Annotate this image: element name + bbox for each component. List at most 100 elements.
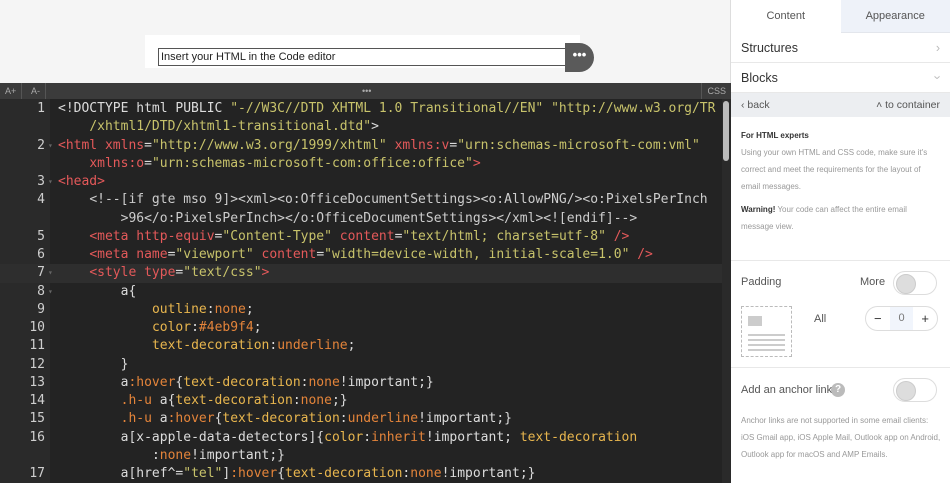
code-token: "viewport" [175,247,253,262]
code-line[interactable]: /xhtml1/DTD/xhtml1-transitional.dtd"> [0,118,722,136]
code-line[interactable]: 2▾<html xmlns="http://www.w3.org/1999/xh… [0,137,722,155]
code-token: xmlns:v [387,138,450,153]
structures-section[interactable]: Structures› [731,33,950,63]
code-token: !important; [426,430,520,445]
code-line[interactable]: 14.h-u a{text-decoration:none;} [0,392,722,410]
code-editor[interactable]: 1<!DOCTYPE html PUBLIC "-//W3C//DTD XHTM… [0,99,722,483]
code-token: : [269,338,277,353]
code-token: <!--[if gte mso 9]><xml><o:OfficeDocumen… [89,192,707,207]
line-number: 14 [0,392,45,410]
code-token: = [144,138,152,153]
code-token: !important;} [340,375,434,390]
code-line[interactable]: 10color:#4eb9f4; [0,319,722,337]
html-placeholder-input[interactable]: Insert your HTML in the Code editor [158,48,568,66]
code-line[interactable]: 11text-decoration:underline; [0,337,722,355]
code-token: outline [152,302,207,317]
editor-scrollbar[interactable] [722,99,731,483]
font-decrease-button[interactable]: A- [26,83,46,99]
increment-button[interactable]: + [913,307,937,330]
code-line[interactable]: 16a[x-apple-data-detectors]{color:inheri… [0,429,722,447]
fold-arrow-icon[interactable]: ▾ [48,137,53,155]
code-token: "-//W3C//DTD XHTML 1.0 Transitional//EN" [230,101,543,116]
scrollbar-thumb[interactable] [723,101,729,161]
resize-handle[interactable]: ••• [362,83,371,99]
decrement-button[interactable]: − [866,307,890,330]
code-line[interactable]: 13a:hover{text-decoration:none!important… [0,374,722,392]
fold-arrow-icon[interactable]: ▾ [48,264,53,282]
code-token: a{ [152,393,175,408]
code-token: /> [629,247,652,262]
code-line[interactable]: 7▾<style type="text/css"> [0,264,722,282]
code-token: : [152,448,160,463]
warning-label: Warning! [741,205,775,214]
all-label: All [814,313,826,325]
padding-more-toggle[interactable] [893,271,937,295]
line-number: 6 [0,246,45,264]
back-button[interactable]: ‹ back [741,93,770,117]
tab-appearance[interactable]: Appearance [841,0,950,33]
code-token: text-decoration [152,338,269,353]
code-token: xmlns [97,138,144,153]
code-line[interactable]: 8▾a{ [0,283,722,301]
padding-value-input[interactable]: 0 [890,307,914,330]
chevron-right-icon: › [936,33,940,62]
code-token: "tel" [183,466,222,481]
code-lines[interactable]: 1<!DOCTYPE html PUBLIC "-//W3C//DTD XHTM… [0,100,722,483]
code-token: none [215,302,246,317]
code-line[interactable]: 5<meta http-equiv="Content-Type" content… [0,228,722,246]
fold-arrow-icon[interactable]: ▾ [48,283,53,301]
code-line[interactable]: :none!important;} [0,447,722,465]
code-text: } [58,356,128,374]
code-line[interactable]: 12} [0,356,722,374]
code-token: "text/html; charset=utf-8" [402,229,606,244]
code-line[interactable]: 15.h-u a:hover{text-decoration:underline… [0,410,722,428]
code-text: :none!important;} [58,447,285,465]
code-line[interactable]: 4<!--[if gte mso 9]><xml><o:OfficeDocume… [0,191,722,209]
padding-stepper[interactable]: − 0 + [865,306,938,331]
code-token: text-decoration [222,411,339,426]
code-text: <meta name="viewport" content="width=dev… [58,246,653,264]
code-token: <meta [89,229,128,244]
code-token: a{ [121,284,137,299]
code-text: /xhtml1/DTD/xhtml1-transitional.dtd"> [58,118,379,136]
code-token: http-equiv [128,229,214,244]
code-line[interactable]: xmlns:o="urn:schemas-microsoft-com:offic… [0,155,722,173]
anchor-link-toggle[interactable] [893,378,937,402]
code-token: "text/css" [183,265,261,280]
code-line[interactable]: 17a[href^="tel"]:hover{text-decoration:n… [0,465,722,483]
fold-arrow-icon[interactable]: ▾ [48,173,53,191]
code-token: "width=device-width, initial-scale=1.0" [324,247,629,262]
font-increase-button[interactable]: A+ [0,83,22,99]
code-token: text-decoration [285,466,402,481]
tab-content[interactable]: Content [731,0,841,33]
code-line[interactable]: >96</o:PixelsPerInch></o:OfficeDocumentS… [0,210,722,228]
line-number: 12 [0,356,45,374]
line-number: 1 [0,100,45,118]
to-container-label: to container [885,99,940,111]
to-container-button[interactable]: ˄ to container [876,93,940,117]
code-token: text-decoration [520,430,637,445]
help-icon[interactable]: ? [831,383,845,397]
code-line[interactable]: 9outline:none; [0,301,722,319]
code-token: underline [277,338,347,353]
code-token: .h-u [121,393,152,408]
code-line[interactable]: 3▾<head> [0,173,722,191]
code-line[interactable]: 6 <meta name="viewport" content="width=de… [0,246,722,264]
more-options-button[interactable]: ••• [565,43,594,72]
code-line[interactable]: 1<!DOCTYPE html PUBLIC "-//W3C//DTD XHTM… [0,100,722,118]
code-token: <html [58,138,97,153]
code-token: content [332,229,395,244]
code-text: <!--[if gte mso 9]><xml><o:OfficeDocumen… [58,191,708,209]
line-number: 13 [0,374,45,392]
css-button[interactable]: CSS [701,83,731,99]
code-token: a[x-apple-data-detectors]{ [121,430,325,445]
code-token: <meta [89,247,128,262]
code-token: = [144,156,152,171]
code-text: >96</o:PixelsPerInch></o:OfficeDocumentS… [58,210,637,228]
code-token: a[href^= [121,466,184,481]
line-number: 10 [0,319,45,337]
line-number: 11 [0,337,45,355]
code-token: content [254,247,317,262]
code-text: xmlns:o="urn:schemas-microsoft-com:offic… [58,155,481,173]
blocks-section[interactable]: Blocks› [731,63,950,93]
